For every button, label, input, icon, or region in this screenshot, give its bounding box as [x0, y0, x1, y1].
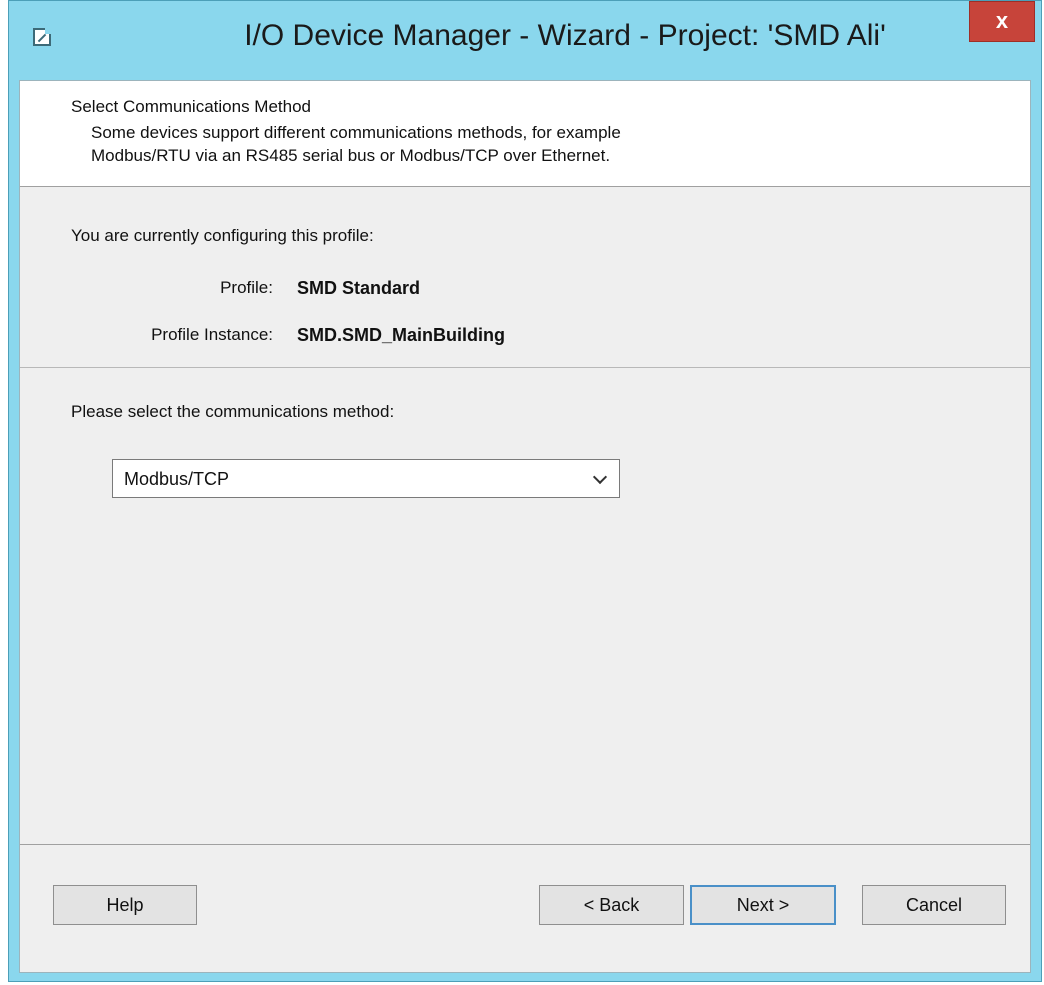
configuring-intro: You are currently configuring this profi…: [71, 226, 374, 245]
wizard-footer: Help < Back Next > Cancel: [20, 844, 1030, 972]
title-bar[interactable]: I/O Device Manager - Wizard - Project: '…: [9, 1, 1041, 80]
window-title: I/O Device Manager - Wizard - Project: '…: [244, 19, 886, 52]
cancel-button[interactable]: Cancel: [862, 885, 1006, 925]
selected-method: Modbus/TCP: [124, 469, 230, 489]
step-description-line-2: Modbus/RTU via an RS485 serial bus or Mo…: [91, 146, 611, 165]
step-title: Select Communications Method: [71, 97, 312, 116]
communications-method-dropdown[interactable]: Modbus/TCP: [112, 459, 620, 498]
next-button[interactable]: Next >: [690, 885, 836, 925]
chevron-down-icon[interactable]: [592, 469, 608, 485]
back-button[interactable]: < Back: [539, 885, 684, 925]
step-description: Some devices support different communica…: [91, 121, 891, 167]
profile-instance-label: Profile Instance:: [151, 325, 273, 344]
step-description-line-1: Some devices support different communica…: [91, 123, 621, 142]
profile-instance-value: SMD.SMD_MainBuilding: [297, 325, 505, 345]
communications-method-label: Please select the communications method:: [71, 402, 395, 421]
wizard-header: Select Communications Method Some device…: [20, 81, 1030, 187]
wizard-window: I/O Device Manager - Wizard - Project: '…: [8, 0, 1042, 982]
profile-summary: You are currently configuring this profi…: [20, 188, 1030, 368]
help-button[interactable]: Help: [53, 885, 197, 925]
wizard-content: Select Communications Method Some device…: [19, 80, 1031, 973]
profile-label: Profile:: [220, 278, 273, 297]
close-icon[interactable]: x: [969, 1, 1035, 42]
profile-value: SMD Standard: [297, 278, 421, 298]
